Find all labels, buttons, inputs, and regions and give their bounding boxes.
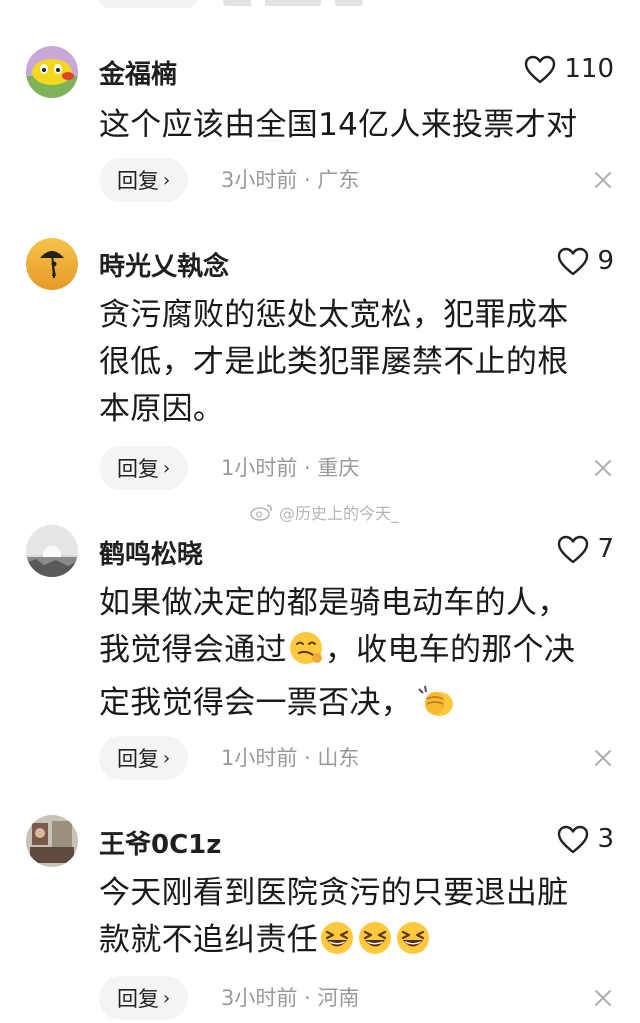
comment-actions: 回复 › 1小时前 · 重庆	[99, 446, 614, 490]
chevron-right-icon: ›	[163, 169, 171, 191]
like-count: 110	[564, 54, 614, 84]
comment-text-line: 我觉得会通过 ，收电车的那个决	[99, 627, 619, 680]
comment-meta: 1小时前 · 重庆	[221, 456, 360, 480]
like-count: 3	[597, 824, 614, 854]
username[interactable]: 鹤鸣松晓	[99, 534, 203, 571]
heart-outline-icon	[557, 247, 589, 276]
username[interactable]: 金福楠	[99, 54, 177, 91]
comment-text: 这个应该由全国14亿人来投票才对	[99, 102, 619, 149]
comment-meta: 1小时前 · 山东	[221, 746, 360, 770]
avatar[interactable]	[26, 238, 78, 290]
like-button[interactable]: 110	[524, 54, 614, 84]
clapping-hands-emoji	[413, 683, 457, 733]
reply-button[interactable]: 回复 ›	[99, 446, 189, 490]
heart-outline-icon	[557, 825, 589, 854]
comment-text-line: 定我觉得会一票否决，	[99, 680, 619, 733]
grinning-squint-emoji	[357, 920, 393, 970]
avatar[interactable]	[26, 46, 78, 98]
comment-actions: 回复 › 1小时前 · 山东	[99, 736, 614, 780]
close-icon[interactable]	[592, 457, 614, 479]
watermark: @历史上的今天_	[250, 500, 399, 524]
username[interactable]: 時光乂執念	[99, 246, 229, 283]
reply-label: 回复	[117, 987, 159, 1011]
previous-comment-meta	[223, 0, 363, 6]
username[interactable]: 王爷0C1z	[99, 824, 221, 861]
grinning-squint-emoji	[319, 920, 355, 970]
reply-button[interactable]: 回复 ›	[99, 158, 189, 202]
chevron-right-icon: ›	[163, 457, 171, 479]
comment-text-line: 很低，才是此类犯罪屡禁不止的根	[99, 344, 569, 380]
comment-actions: 回复 › 3小时前 · 河南	[99, 976, 614, 1020]
heart-outline-icon	[524, 55, 556, 84]
watermark-text: @历史上的今天_	[279, 504, 400, 523]
reply-label: 回复	[117, 169, 159, 193]
close-icon[interactable]	[592, 747, 614, 769]
like-button[interactable]: 9	[557, 246, 614, 276]
comment-meta: 3小时前 · 广东	[221, 168, 360, 192]
like-button[interactable]: 3	[557, 824, 614, 854]
comment-text: 贪污腐败的惩处太宽松，犯罪成本 很低，才是此类犯罪屡禁不止的根 本原因。	[99, 292, 619, 433]
comment-text-line: 今天刚看到医院贪污的只要退出脏	[99, 875, 569, 911]
comment-meta: 3小时前 · 河南	[221, 986, 360, 1010]
comment-actions: 回复 › 3小时前 · 广东	[99, 158, 614, 202]
like-count: 7	[597, 534, 614, 564]
avatar[interactable]	[26, 815, 78, 867]
comment-text-line: 贪污腐败的惩处太宽松，犯罪成本	[99, 297, 569, 333]
comment-text-line: 本原因。	[99, 391, 225, 427]
comment-text-line: 这个应该由全国14亿人来投票才对	[99, 107, 578, 143]
chevron-right-icon: ›	[163, 987, 171, 1009]
avatar[interactable]	[26, 525, 78, 577]
grinning-squint-emoji	[395, 920, 431, 970]
reply-button[interactable]: 回复 ›	[99, 976, 189, 1020]
previous-reply-button[interactable]	[98, 0, 198, 8]
reply-button[interactable]: 回复 ›	[99, 736, 189, 780]
smug-face-emoji	[288, 630, 324, 680]
close-icon[interactable]	[592, 987, 614, 1009]
reply-label: 回复	[117, 747, 159, 771]
previous-comment-reply-row	[98, 0, 398, 8]
comment-text: 如果做决定的都是骑电动车的人， 我觉得会通过 ，收电车的那个决 定我觉得会一票否…	[99, 580, 619, 733]
comment-text: 今天刚看到医院贪污的只要退出脏 款就不追纠责任	[99, 870, 619, 970]
chevron-right-icon: ›	[163, 747, 171, 769]
weibo-logo-icon	[250, 504, 272, 521]
heart-outline-icon	[557, 535, 589, 564]
comment-text-line: 如果做决定的都是骑电动车的人，	[99, 585, 569, 621]
reply-label: 回复	[117, 457, 159, 481]
close-icon[interactable]	[592, 169, 614, 191]
like-count: 9	[597, 246, 614, 276]
like-button[interactable]: 7	[557, 534, 614, 564]
comment-text-line: 款就不追纠责任	[99, 917, 619, 970]
